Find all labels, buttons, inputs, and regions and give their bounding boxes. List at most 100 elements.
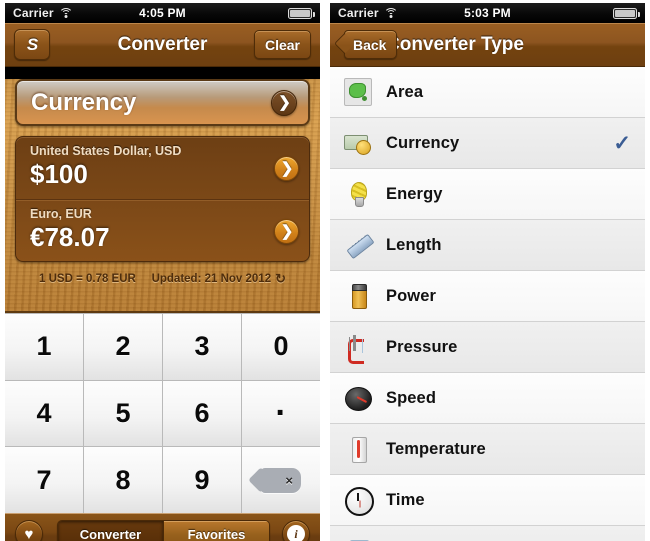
status-bar-time: 4:05 PM	[139, 6, 186, 20]
list-item-currency[interactable]: Currency ✓	[330, 118, 645, 169]
amount-row-to[interactable]: Euro, EUR €78.07 ❯	[16, 199, 309, 261]
list-item-energy[interactable]: Energy	[330, 169, 645, 220]
clear-button-label: Clear	[264, 36, 300, 53]
status-bar: Carrier 5:03 PM	[330, 3, 645, 23]
screenshot-stage: Carrier 4:05 PM S Converter Clear Curren…	[0, 0, 650, 541]
money-icon	[336, 129, 380, 157]
exchange-rate-label: 1 USD = 0.78 EUR	[39, 273, 136, 285]
list-item-length[interactable]: Length	[330, 220, 645, 271]
rate-bar: 1 USD = 0.78 EUR Updated: 21 Nov 2012 ↻	[5, 268, 320, 290]
key-8[interactable]: 8	[84, 447, 162, 513]
key-6[interactable]: 6	[163, 380, 241, 447]
converter-panel: Currency ❯ United States Dollar, USD $10…	[5, 79, 320, 313]
clear-button[interactable]: Clear	[253, 30, 311, 59]
navigation-bar: Back Converter Type	[330, 23, 645, 67]
list-item-area[interactable]: Area	[330, 67, 645, 118]
favorite-button[interactable]: ♥	[15, 520, 43, 541]
right-phone: Carrier 5:03 PM Back Converter Type Area	[325, 0, 650, 541]
amount-card: United States Dollar, USD $100 ❯ Euro, E…	[15, 136, 310, 262]
navigation-bar: S Converter Clear	[5, 23, 320, 67]
from-currency-name: United States Dollar, USD	[30, 144, 182, 158]
to-currency-name: Euro, EUR	[30, 207, 92, 221]
lightbulb-icon	[336, 180, 380, 208]
list-item-power[interactable]: Power	[330, 271, 645, 322]
back-button-label: Back	[353, 36, 387, 53]
info-button[interactable]: i	[282, 520, 310, 541]
updated-group[interactable]: Updated: 21 Nov 2012 ↻	[152, 271, 286, 287]
left-phone: Carrier 4:05 PM S Converter Clear Curren…	[0, 0, 325, 541]
list-item-label: Length	[386, 235, 442, 254]
app-logo-button[interactable]: S	[14, 29, 50, 60]
status-bar-time: 5:03 PM	[464, 6, 511, 20]
checkmark-icon: ✓	[613, 131, 631, 155]
key-label: 3	[194, 331, 210, 362]
list-item-label: Power	[386, 286, 437, 305]
tab-label: Favorites	[187, 526, 246, 541]
segmented-control: Converter Favorites	[57, 520, 270, 541]
speedometer-icon	[336, 384, 380, 412]
key-label: 6	[194, 397, 210, 428]
key-5[interactable]: 5	[84, 380, 162, 447]
amount-row-from[interactable]: United States Dollar, USD $100 ❯	[16, 137, 309, 199]
info-icon: i	[287, 525, 305, 541]
chevron-right-icon: ❯	[271, 89, 297, 116]
battery-icon	[288, 7, 315, 19]
key-label: 5	[115, 397, 131, 428]
key-label: 2	[115, 331, 131, 362]
to-currency-value: €78.07	[30, 222, 110, 252]
key-9[interactable]: 9	[163, 447, 241, 513]
numeric-keypad: 1 2 3 0 4 5 6 · 7 8 9 ×	[5, 313, 320, 513]
heart-icon: ♥	[24, 525, 34, 541]
list-item-volume[interactable]: Volume	[330, 526, 645, 541]
list-item-label: Time	[386, 490, 425, 509]
key-1[interactable]: 1	[5, 314, 83, 380]
refresh-icon[interactable]: ↻	[275, 271, 286, 287]
clamp-icon	[336, 333, 380, 364]
list-item-label: Pressure	[386, 337, 458, 356]
clock-icon	[336, 486, 380, 516]
right-phone-screen: Carrier 5:03 PM Back Converter Type Area	[330, 3, 645, 541]
key-decimal[interactable]: ·	[242, 380, 320, 447]
thermometer-icon	[336, 435, 380, 463]
battery-cell-icon	[336, 282, 380, 310]
converter-type-selector[interactable]: Currency ❯	[15, 79, 310, 126]
key-label: 8	[115, 464, 131, 495]
list-item-label: Temperature	[386, 439, 486, 458]
back-button[interactable]: Back	[344, 30, 398, 59]
list-item-pressure[interactable]: Pressure	[330, 322, 645, 373]
key-label: ·	[275, 393, 287, 432]
list-item-speed[interactable]: Speed	[330, 373, 645, 424]
key-label: 7	[36, 464, 52, 495]
list-item-time[interactable]: Time	[330, 475, 645, 526]
key-label: 0	[273, 331, 289, 362]
key-2[interactable]: 2	[84, 314, 162, 380]
bottom-toolbar: ♥ Converter Favorites i	[5, 513, 320, 541]
updated-label: Updated: 21 Nov 2012	[151, 273, 272, 285]
key-label: 1	[36, 331, 52, 362]
glass-icon	[336, 537, 380, 541]
tab-label: Converter	[79, 526, 142, 541]
chevron-right-icon[interactable]: ❯	[274, 219, 299, 244]
from-currency-value: $100	[30, 159, 88, 189]
list-item-temperature[interactable]: Temperature	[330, 424, 645, 475]
backspace-glyph: ×	[285, 472, 293, 488]
list-item-label: Area	[386, 82, 424, 101]
list-item-label: Energy	[386, 184, 443, 203]
tab-favorites[interactable]: Favorites	[163, 521, 269, 541]
left-phone-screen: Carrier 4:05 PM S Converter Clear Curren…	[5, 3, 320, 541]
chevron-right-icon[interactable]: ❯	[274, 156, 299, 181]
key-0[interactable]: 0	[242, 314, 320, 380]
converter-type-list: Area Currency ✓ Energy Length Power Pres…	[330, 67, 645, 541]
battery-icon	[613, 7, 640, 19]
list-item-label: Speed	[386, 388, 437, 407]
backspace-icon: ×	[261, 467, 301, 493]
key-3[interactable]: 3	[163, 314, 241, 380]
page-title: Converter Type	[386, 33, 524, 55]
tab-converter[interactable]: Converter	[58, 521, 163, 541]
converter-type-label: Currency	[31, 88, 137, 116]
ruler-icon	[336, 231, 380, 259]
key-label: 9	[194, 464, 210, 495]
key-backspace[interactable]: ×	[242, 447, 320, 513]
key-4[interactable]: 4	[5, 380, 83, 447]
key-7[interactable]: 7	[5, 447, 83, 513]
